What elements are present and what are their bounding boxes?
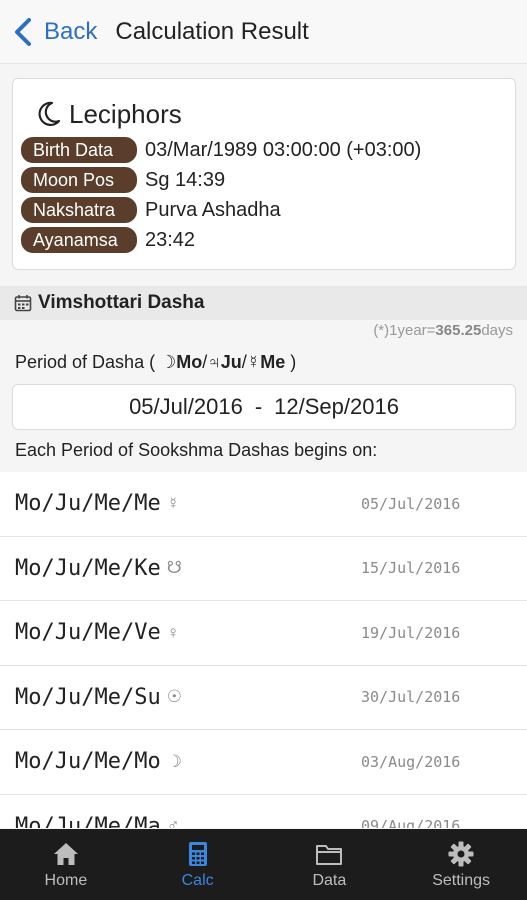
list-item[interactable]: Mo/Ju/Me/Ke ☋ 15/Jul/2016 [0,536,527,601]
dasha-name: Mo/Ju/Me/Mo [15,749,161,775]
dasha-date: 15/Jul/2016 [361,559,461,578]
sun-icon: ☉ [166,687,182,707]
info-tag: Nakshatra [21,197,137,223]
info-value: 03/Mar/1989 03:00:00 (+03:00) [145,138,422,161]
info-row-birth-data: Birth Data 03/Mar/1989 03:00:00 (+03:00) [13,135,515,165]
app-screen: Back Calculation Result Leciphors Birth … [0,0,527,900]
back-label: Back [44,17,98,45]
list-item[interactable]: Mo/Ju/Me/Ma ♂ 09/Aug/2016 [0,794,527,828]
chevron-left-icon [15,17,31,46]
info-row-ayanamsa: Ayanamsa 23:42 [13,225,515,255]
info-row-moon-pos: Moon Pos Sg 14:39 [13,165,515,195]
bottom-nav: Home Calc Data Settings [0,829,527,900]
page-title: Calculation Result [115,17,309,45]
info-row-nakshatra: Nakshatra Purva Ashadha [13,195,515,225]
jupiter-symbol-icon: ♃ [207,352,221,372]
dasha-name: Mo/Ju/Me/Me [15,491,161,517]
venus-icon: ♀ [166,622,180,642]
list-label: Each Period of Sookshma Dashas begins on… [15,440,378,460]
info-tag: Ayanamsa [21,227,137,253]
period-range-box[interactable]: 05/Jul/2016 - 12/Sep/2016 [12,384,516,430]
year-length-note: (*)1year=365.25days [373,322,513,339]
dasha-name: Mo/Ju/Me/Ve [15,620,161,646]
period-separator: - [254,394,263,419]
profile-card: Leciphors Birth Data 03/Mar/1989 03:00:0… [12,78,516,270]
dasha-name: Mo/Ju/Me/Ke [15,555,161,581]
gear-icon [448,841,474,866]
list-item[interactable]: Mo/Ju/Me/Ve ♀ 19/Jul/2016 [0,601,527,666]
dasha-name: Mo/Ju/Me/Su [15,684,161,710]
period-planet-3: Me [260,352,286,372]
nav-label: Home [44,871,88,889]
dasha-name: Mo/Ju/Me/Ma [15,813,161,828]
list-item[interactable]: Mo/Ju/Me/Me ☿ 05/Jul/2016 [0,472,527,537]
note-prefix: (*)1year= [373,322,436,339]
calendar-icon [14,295,32,312]
dasha-date: 19/Jul/2016 [361,623,461,642]
mercury-symbol-icon: ☿ [246,352,261,372]
back-button[interactable]: Back [12,17,97,47]
nav-data[interactable]: Data [264,829,396,900]
nav-settings[interactable]: Settings [395,829,527,900]
info-value: 23:42 [145,228,196,251]
home-icon [53,842,78,865]
mercury-icon: ☿ [166,493,180,513]
calculator-icon [188,841,207,866]
period-planet-2: Ju [220,352,242,372]
period-end: 12/Sep/2016 [274,394,399,419]
profile-header: Leciphors [13,79,515,135]
info-value: Purva Ashadha [145,198,281,221]
nav-calc[interactable]: Calc [132,829,264,900]
dasha-date: 30/Jul/2016 [361,688,461,707]
period-label-prefix: Period of Dasha ( [15,352,161,372]
moon-icon [38,101,61,126]
info-tag: Moon Pos [21,167,137,193]
nav-label: Calc [181,871,214,889]
list-item[interactable]: Mo/Ju/Me/Mo ☽ 03/Aug/2016 [0,730,527,795]
dasha-date: 05/Jul/2016 [361,494,461,513]
dasha-date: 03/Aug/2016 [361,752,461,771]
period-label-suffix: ) [285,352,297,372]
info-value: Sg 14:39 [145,168,226,191]
section-header: Vimshottari Dasha [0,286,527,320]
moon-symbol-icon: ☽ [160,352,177,372]
folder-icon [316,844,343,865]
moon-icon: ☽ [166,751,182,771]
mars-icon: ♂ [166,816,180,828]
ketu-icon: ☋ [166,558,182,578]
section-title: Vimshottari Dasha [38,292,205,313]
top-bar: Back Calculation Result [0,0,527,64]
period-start: 05/Jul/2016 [129,394,243,419]
note-value: 365.25 [435,322,482,339]
profile-name: Leciphors [69,98,182,129]
sookshma-dasha-list[interactable]: Mo/Ju/Me/Me ☿ 05/Jul/2016 Mo/Ju/Me/Ke ☋ … [0,472,527,828]
nav-label: Settings [432,871,491,889]
list-item[interactable]: Mo/Ju/Me/Su ☉ 30/Jul/2016 [0,665,527,730]
period-planet-1: Mo [176,352,203,372]
period-label: Period of Dasha ( ☽Mo/♃Ju/☿Me ) [15,352,297,372]
nav-label: Data [312,871,347,889]
dasha-date: 09/Aug/2016 [361,817,461,828]
note-suffix: days [481,322,513,339]
nav-home[interactable]: Home [0,829,132,900]
info-tag: Birth Data [21,137,137,163]
